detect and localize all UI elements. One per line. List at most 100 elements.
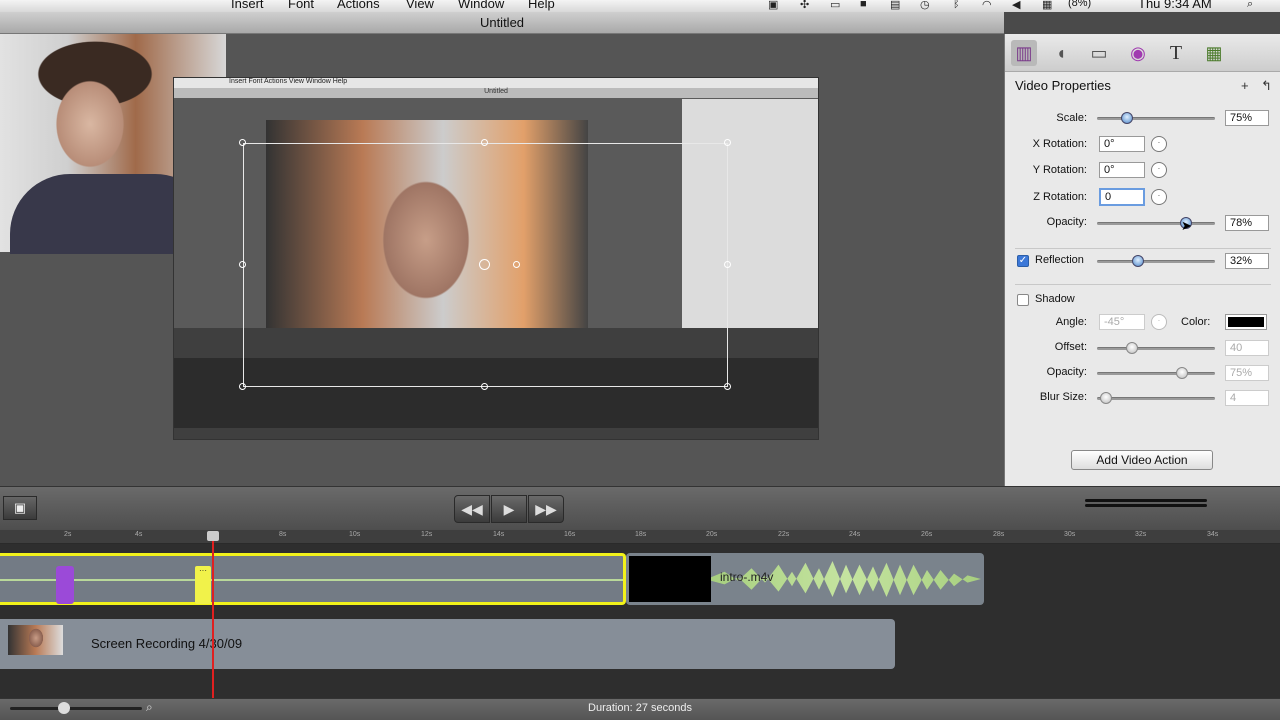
ruler-tick: 18s xyxy=(635,531,647,538)
menu-font[interactable]: Font xyxy=(288,0,314,11)
action-marker[interactable] xyxy=(56,566,74,604)
shadow-checkbox[interactable] xyxy=(1017,294,1029,306)
fast-forward-button[interactable]: ▶▶ xyxy=(528,495,564,523)
bluetooth-icon[interactable]: ᛒ xyxy=(953,0,960,10)
audio-properties-icon[interactable]: ◖ xyxy=(1048,40,1074,66)
shadow-opacity-field[interactable]: 75% xyxy=(1225,365,1269,381)
ruler-tick: 8s xyxy=(279,531,287,538)
resize-handle-r[interactable] xyxy=(724,261,731,268)
offset-slider[interactable] xyxy=(1097,347,1215,350)
z-rotation-dial[interactable]: · xyxy=(1151,189,1167,205)
angle-field[interactable]: -45° xyxy=(1099,314,1145,330)
playhead-handle[interactable] xyxy=(207,531,219,541)
scale-slider[interactable] xyxy=(1097,117,1215,120)
rewind-button[interactable]: ◀◀ xyxy=(454,495,490,523)
volume-icon[interactable]: ◀ xyxy=(1012,0,1020,11)
menu-clock[interactable]: Thu 9:34 AM xyxy=(1138,0,1212,11)
x-rotation-dial[interactable]: · xyxy=(1151,136,1167,152)
menu-view[interactable]: View xyxy=(406,0,434,11)
transport-bar: ▣ ◀◀ ▶ ▶▶ xyxy=(0,486,1280,530)
recorded-titlebar: Untitled xyxy=(174,88,818,98)
screen-icon[interactable]: ▭ xyxy=(830,0,840,11)
window-titlebar: Untitled xyxy=(0,12,1004,34)
resize-handle-l[interactable] xyxy=(239,261,246,268)
y-rotation-field[interactable]: 0° xyxy=(1099,162,1145,178)
export-properties-icon[interactable]: ▦ xyxy=(1201,40,1227,66)
fan-icon[interactable]: ✣ xyxy=(800,0,809,11)
offset-label: Offset: xyxy=(1054,341,1087,353)
resize-handle-t[interactable] xyxy=(481,139,488,146)
add-action-icon[interactable]: + xyxy=(1241,78,1249,93)
window-title: Untitled xyxy=(479,15,525,30)
divider xyxy=(1015,248,1271,249)
menu-actions[interactable]: Actions xyxy=(337,0,380,11)
rotation-handle[interactable] xyxy=(513,261,520,268)
action-marker-selected[interactable]: ··· xyxy=(195,566,211,604)
reflection-slider-knob[interactable] xyxy=(1132,255,1145,267)
undo-action-icon[interactable]: ↰ xyxy=(1261,78,1272,94)
menu-help[interactable]: Help xyxy=(528,0,555,11)
recorded-menubar: Insert Font Actions View Window Help xyxy=(174,78,818,88)
intro-clip[interactable]: intro-.m4v xyxy=(626,553,984,605)
shadow-color-swatch xyxy=(1228,317,1264,327)
ruler-tick: 32s xyxy=(1135,531,1147,538)
resize-handle-br[interactable] xyxy=(724,383,731,390)
stop-icon[interactable]: ■ xyxy=(860,0,867,10)
resize-handle-bl[interactable] xyxy=(239,383,246,390)
ruler-tick: 30s xyxy=(1064,531,1076,538)
canvas-area[interactable]: Insert Font Actions View Window Help Unt… xyxy=(0,34,1004,486)
blur-size-field[interactable]: 4 xyxy=(1225,390,1269,406)
angle-label: Angle: xyxy=(1055,316,1087,328)
cursor-properties-icon[interactable]: ◉ xyxy=(1125,40,1151,66)
scale-field[interactable]: 75% xyxy=(1225,110,1269,126)
divider xyxy=(1015,284,1271,285)
screen-recording-clip-name: Screen Recording 4/30/09 xyxy=(91,636,243,651)
blur-size-label: Blur Size: xyxy=(1039,391,1087,403)
mouse-cursor-icon: ➤ xyxy=(1181,218,1192,233)
angle-dial[interactable]: · xyxy=(1151,314,1167,330)
shadow-color-well[interactable] xyxy=(1225,314,1267,330)
reflection-slider[interactable] xyxy=(1097,260,1215,263)
timeline-ruler[interactable]: 2s 4s 6s 8s 10s 12s 14s 16s 18s 20s 22s … xyxy=(0,530,1280,544)
rotation-center-handle[interactable] xyxy=(479,259,490,270)
offset-slider-knob[interactable] xyxy=(1126,342,1139,354)
menu-window[interactable]: Window xyxy=(458,0,504,11)
play-button[interactable]: ▶ xyxy=(491,495,527,523)
offset-field[interactable]: 40 xyxy=(1225,340,1269,356)
video-clip-selected[interactable]: ··· xyxy=(0,553,626,605)
resize-handle-tr[interactable] xyxy=(724,139,731,146)
x-rotation-field[interactable]: 0° xyxy=(1099,136,1145,152)
battery-status[interactable]: (8%) xyxy=(1068,0,1091,9)
time-machine-icon[interactable]: ◷ xyxy=(920,0,930,11)
opacity-field[interactable]: 78% xyxy=(1225,215,1269,231)
reflection-checkbox[interactable]: ✓ xyxy=(1017,255,1029,267)
ruler-tick: 28s xyxy=(993,531,1005,538)
shadow-opacity-slider[interactable] xyxy=(1097,372,1215,375)
reflection-field[interactable]: 32% xyxy=(1225,253,1269,269)
resize-handle-b[interactable] xyxy=(481,383,488,390)
spotlight-search-icon[interactable]: ⌕ xyxy=(1247,0,1253,11)
blur-size-slider-knob[interactable] xyxy=(1100,392,1113,404)
text-properties-icon[interactable]: T xyxy=(1163,40,1189,66)
opacity-slider[interactable] xyxy=(1097,222,1215,225)
screen-properties-icon[interactable]: ▭ xyxy=(1086,40,1112,66)
canvas-view-button[interactable]: ▣ xyxy=(3,496,37,520)
flag-icon[interactable]: ▦ xyxy=(1042,0,1052,11)
wifi-icon[interactable]: ◠ xyxy=(982,0,992,11)
display-icon[interactable]: ▤ xyxy=(890,0,900,11)
timeline[interactable]: ··· intro-.m4v Screen Recording 4/30/09 xyxy=(0,544,1280,698)
add-video-action-button[interactable]: Add Video Action xyxy=(1071,450,1213,470)
y-rotation-dial[interactable]: · xyxy=(1151,162,1167,178)
ruler-tick: 12s xyxy=(421,531,433,538)
playhead[interactable] xyxy=(212,533,214,698)
z-rotation-field[interactable]: 0 xyxy=(1099,188,1145,206)
ruler-tick: 10s xyxy=(349,531,361,538)
video-properties-icon[interactable]: ▥ xyxy=(1011,40,1037,66)
camera-icon[interactable]: ▣ xyxy=(768,0,778,11)
scale-slider-knob[interactable] xyxy=(1120,112,1133,124)
screen-recording-clip[interactable]: Screen Recording 4/30/09 xyxy=(0,619,895,669)
blur-size-slider[interactable] xyxy=(1097,397,1215,400)
shadow-opacity-slider-knob[interactable] xyxy=(1175,367,1188,379)
resize-handle-tl[interactable] xyxy=(239,139,246,146)
menu-insert[interactable]: Insert xyxy=(231,0,264,11)
